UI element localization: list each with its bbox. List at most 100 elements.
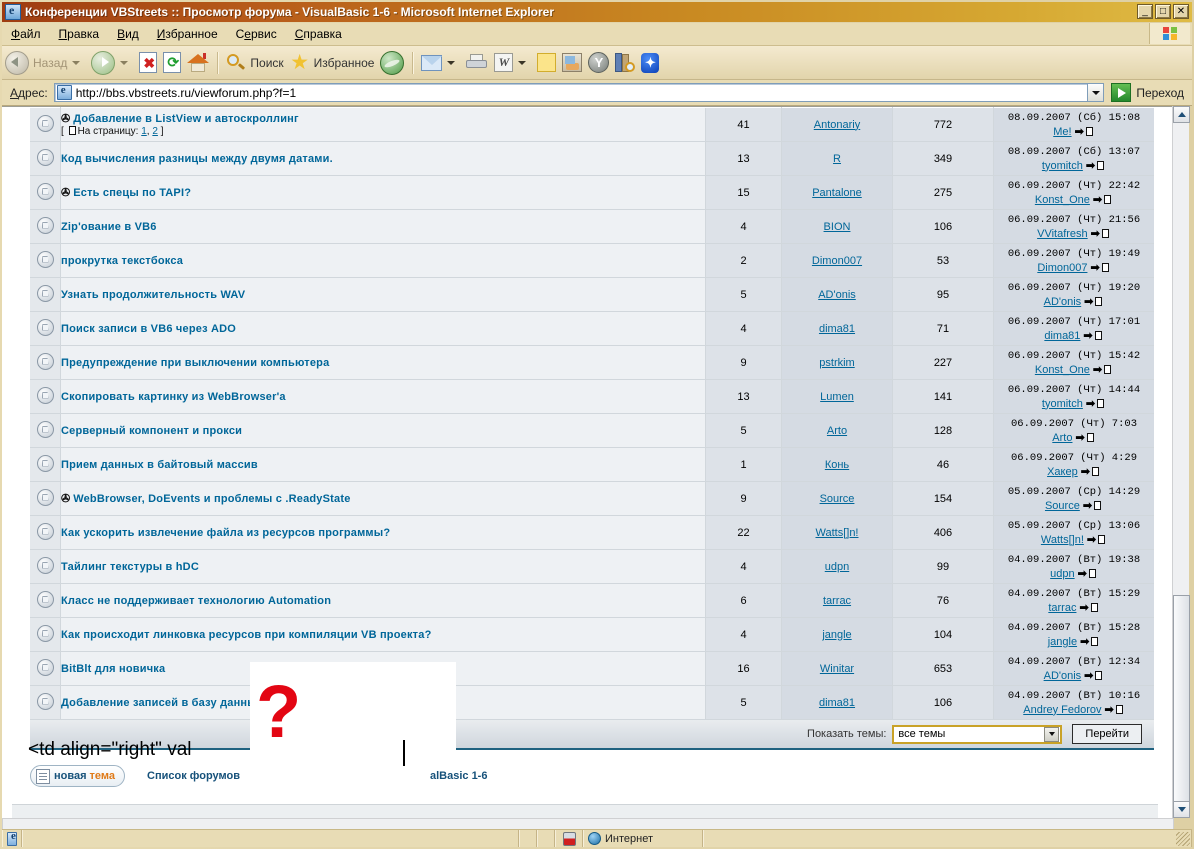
topic-title-link[interactable]: Есть спецы по TAPI? [73,187,191,199]
topic-author-link[interactable]: Watts[]n! [816,527,859,539]
address-input[interactable]: http://bbs.vbstreets.ru/viewforum.php?f=… [53,83,1089,102]
lastpost-author-link[interactable]: Andrey Fedorov [1023,704,1101,716]
topic-author-link[interactable]: Winitar [820,663,854,675]
goto-lastpost-icon[interactable]: ➡ [1093,194,1102,206]
topic-author-link[interactable]: dima81 [819,323,855,335]
topic-author-link[interactable]: tarrac [823,595,851,607]
lastpost-author-link[interactable]: Konst_One [1035,194,1090,206]
scroll-up-button[interactable] [1173,106,1190,123]
edit-dropdown-icon[interactable] [518,60,527,65]
topic-author-link[interactable]: Dimon007 [812,255,862,267]
goto-lastpost-icon[interactable]: ➡ [1093,364,1102,376]
dictionary-button[interactable] [612,49,638,77]
topic-page-link[interactable]: 2 [152,126,158,137]
topic-author-link[interactable]: AD'onis [818,289,856,301]
refresh-button[interactable]: ⟳ [160,49,184,77]
bluetooth-button[interactable]: ✦ [638,49,662,77]
lastpost-author-link[interactable]: Source [1045,500,1080,512]
goto-lastpost-icon[interactable]: ➡ [1086,398,1095,410]
goto-lastpost-icon[interactable]: ➡ [1083,500,1092,512]
lastpost-author-link[interactable]: tyomitch [1042,160,1083,172]
topic-title-link[interactable]: Прием данных в байтовый массив [61,459,258,471]
lastpost-author-link[interactable]: Dimon007 [1037,262,1087,274]
goto-lastpost-icon[interactable]: ➡ [1075,432,1084,444]
lastpost-author-link[interactable]: AD'onis [1044,670,1082,682]
resize-grip[interactable] [1176,832,1190,846]
topic-author-link[interactable]: BION [824,221,851,233]
lastpost-author-link[interactable]: AD'onis [1044,296,1082,308]
stop-button[interactable]: ✖ [136,49,160,77]
goto-lastpost-icon[interactable]: ➡ [1084,296,1093,308]
topic-title-link[interactable]: Класс не поддерживает технологию Automat… [61,595,331,607]
topic-author-link[interactable]: R [833,153,841,165]
print-button[interactable] [463,49,491,77]
topic-page-link[interactable]: 1 [141,126,147,137]
close-button[interactable]: ✕ [1173,4,1189,19]
goto-lastpost-icon[interactable]: ➡ [1083,330,1092,342]
goto-lastpost-icon[interactable]: ➡ [1105,704,1114,716]
forward-dropdown-icon[interactable] [120,60,129,65]
go-button[interactable]: Переход [1111,83,1184,102]
go-submit-button[interactable]: Перейти [1072,724,1142,744]
lastpost-author-link[interactable]: tarrac [1048,602,1076,614]
lastpost-author-link[interactable]: jangle [1048,636,1077,648]
goto-lastpost-icon[interactable]: ➡ [1081,466,1090,478]
lastpost-author-link[interactable]: Хакер [1047,466,1078,478]
menu-item-tools[interactable]: Сервис [227,25,286,43]
lastpost-author-link[interactable]: Arto [1052,432,1072,444]
lastpost-author-link[interactable]: Me! [1053,126,1071,138]
back-button[interactable]: Назад [2,49,88,77]
topic-title-link[interactable]: Как происходит линковка ресурсов при ком… [61,629,432,641]
forward-button[interactable] [88,49,136,77]
scrollbar-thumb[interactable] [1173,595,1190,811]
menu-item-help[interactable]: Справка [286,25,351,43]
home-button[interactable] [184,49,212,77]
show-topics-select[interactable]: все темы [892,724,1063,744]
topic-title-link[interactable]: Серверный компонент и прокси [61,425,242,437]
topic-title-link[interactable]: Предупреждение при выключении компьютера [61,357,329,369]
menu-item-file[interactable]: ФФайлайл [2,25,50,43]
lastpost-author-link[interactable]: VVitafresh [1037,228,1088,240]
topic-author-link[interactable]: Arto [827,425,847,437]
favorites-button[interactable]: ★ Избранное [287,49,378,77]
topic-title-link[interactable]: WebBrowser, DoEvents и проблемы с .Ready… [73,493,350,505]
menu-item-edit[interactable]: Правка [50,25,109,43]
topic-title-link[interactable]: Как ускорить извлечение файла из ресурсо… [61,527,390,539]
back-dropdown-icon[interactable] [72,60,81,65]
topic-title-link[interactable]: Скопировать картинку из WebBrowser'а [61,391,286,403]
lastpost-author-link[interactable]: tyomitch [1042,398,1083,410]
lastpost-author-link[interactable]: Konst_One [1035,364,1090,376]
notes-button[interactable] [534,49,559,77]
windows-logo-button[interactable] [1149,23,1190,44]
lastpost-author-link[interactable]: dima81 [1044,330,1080,342]
yandex-button[interactable]: Y [585,49,612,77]
goto-lastpost-icon[interactable]: ➡ [1084,670,1093,682]
goto-lastpost-icon[interactable]: ➡ [1078,568,1087,580]
goto-lastpost-icon[interactable]: ➡ [1091,228,1100,240]
forum-list-link[interactable]: Список форумов [147,770,240,782]
menu-item-view[interactable]: Вид [108,25,148,43]
new-topic-button[interactable]: новая тема [30,765,126,787]
topic-title-link[interactable]: Узнать продолжительность WAV [61,289,245,301]
topic-author-link[interactable]: Lumen [820,391,854,403]
lastpost-author-link[interactable]: Watts[]n! [1041,534,1084,546]
scroll-down-button[interactable] [1173,801,1190,818]
chevron-down-icon[interactable] [1044,726,1060,742]
topic-author-link[interactable]: dima81 [819,697,855,709]
topic-title-link[interactable]: Zip'ование в VB6 [61,221,157,233]
menu-item-favorites[interactable]: Избранное [148,25,227,43]
goto-lastpost-icon[interactable]: ➡ [1090,262,1099,274]
maximize-button[interactable]: □ [1155,4,1171,19]
minimize-button[interactable]: _ [1137,4,1153,19]
topic-author-link[interactable]: Source [820,493,855,505]
topic-author-link[interactable]: Antonariy [814,119,860,131]
media-button[interactable] [377,49,407,77]
topic-author-link[interactable]: jangle [822,629,851,641]
lastpost-author-link[interactable]: udpn [1050,568,1074,580]
edit-word-button[interactable]: W [491,49,534,77]
goto-lastpost-icon[interactable]: ➡ [1080,636,1089,648]
mail-button[interactable] [418,49,463,77]
topic-title-link[interactable]: Добавление записей в базу данных [61,697,263,709]
topic-title-link[interactable]: Добавление в ListView и автоскроллинг [73,113,299,125]
vertical-scrollbar[interactable] [1172,106,1190,818]
